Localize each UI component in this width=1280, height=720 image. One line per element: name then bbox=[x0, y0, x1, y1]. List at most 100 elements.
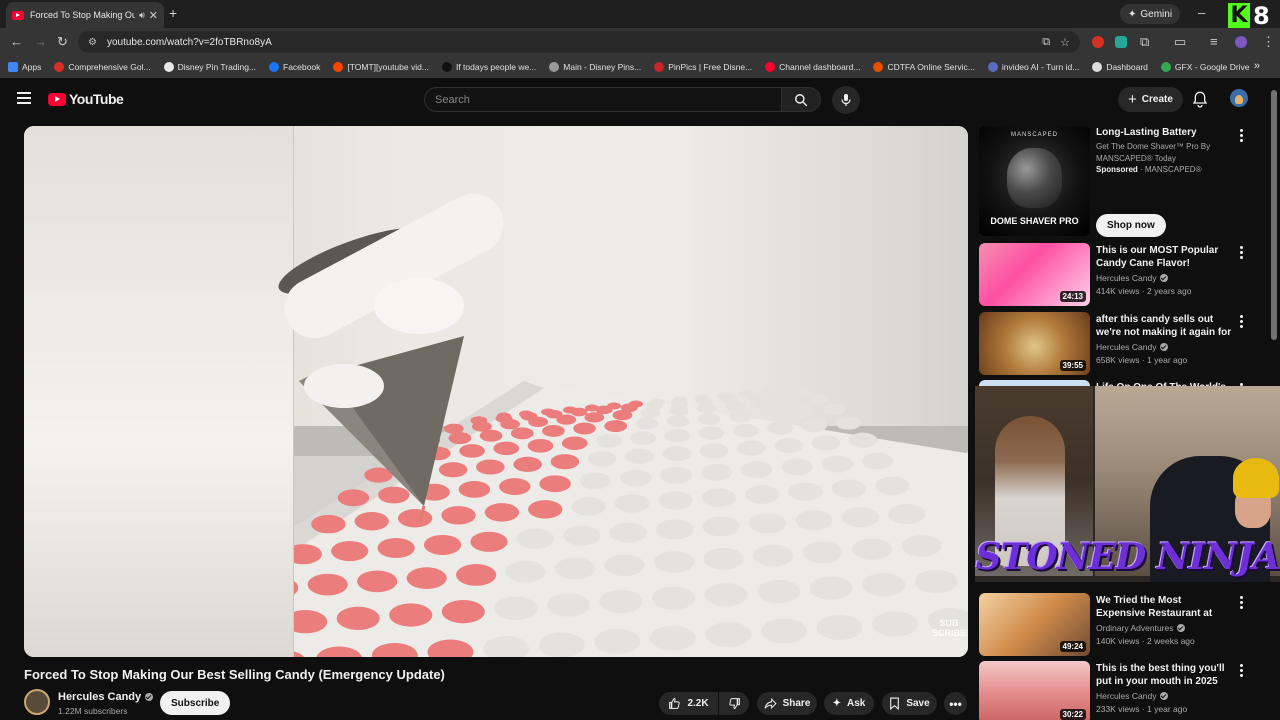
search-button[interactable] bbox=[781, 87, 821, 112]
close-tab-icon[interactable]: ✕ bbox=[149, 9, 158, 22]
bookmark-item[interactable]: Dashboard bbox=[1092, 62, 1148, 72]
page-scrollbar[interactable] bbox=[1271, 90, 1277, 340]
ad-menu-icon[interactable] bbox=[1238, 129, 1244, 142]
k8-logo-letter: K bbox=[1228, 3, 1250, 29]
address-bar[interactable]: ⚙︎ youtube.com/watch?v=2foTBRno8yA ⧉ ☆ bbox=[78, 31, 1080, 53]
bookmark-item[interactable]: PinPics | Free Disne... bbox=[654, 62, 752, 72]
suggestion-meta: 233K views · 1 year ago bbox=[1096, 704, 1188, 714]
suggestion-meta: 414K views · 2 years ago bbox=[1096, 286, 1192, 296]
video-duration-badge: 30:22 bbox=[1059, 709, 1086, 720]
extensions-puzzle-icon[interactable]: ⧉ bbox=[1140, 34, 1149, 50]
profile-icon[interactable] bbox=[1235, 36, 1247, 48]
suggestion-thumbnail[interactable]: 24:13 bbox=[979, 243, 1090, 306]
voice-search-button[interactable] bbox=[832, 86, 860, 114]
menu-hamburger-icon[interactable] bbox=[17, 92, 31, 104]
suggestion-channel[interactable]: Ordinary Adventures bbox=[1096, 623, 1186, 633]
video-player[interactable]: SUB SCRIBE bbox=[24, 126, 968, 657]
search-icon bbox=[795, 93, 808, 106]
bookmark-item[interactable]: Disney Pin Trading... bbox=[163, 62, 256, 72]
site-info-icon[interactable]: ⚙︎ bbox=[88, 37, 97, 48]
suggestion-menu-icon[interactable] bbox=[1238, 664, 1244, 677]
verified-check-icon bbox=[145, 693, 154, 701]
bookmark-label: Main - Disney Pins... bbox=[563, 62, 642, 72]
bookmark-favicon-icon bbox=[1160, 62, 1171, 72]
suggestion-thumbnail[interactable]: 30:22 bbox=[979, 661, 1090, 720]
ad-title[interactable]: Long-Lasting Battery bbox=[1096, 127, 1197, 138]
save-button[interactable]: Save bbox=[882, 692, 937, 715]
bookmark-label: Channel dashboard... bbox=[779, 62, 861, 72]
verified-check-icon bbox=[1160, 692, 1169, 700]
more-actions-button[interactable]: ••• bbox=[944, 692, 967, 715]
verified-check-icon bbox=[1177, 624, 1186, 632]
suggestion-thumbnail[interactable]: 49:24 bbox=[979, 593, 1090, 656]
video-duration-badge: 39:55 bbox=[1059, 360, 1086, 371]
bookmark-label: PinPics | Free Disne... bbox=[668, 62, 753, 72]
forward-arrow-icon[interactable]: → bbox=[34, 34, 47, 49]
suggestion-thumbnail[interactable]: 39:55 bbox=[979, 312, 1090, 375]
bookmark-label: [TOMT][youtube vid... bbox=[347, 62, 429, 72]
account-avatar[interactable] bbox=[1230, 89, 1248, 107]
bookmark-favicon-icon bbox=[333, 62, 344, 72]
extension-red-icon[interactable] bbox=[1092, 36, 1104, 48]
extension-translate-icon[interactable] bbox=[1115, 36, 1127, 48]
like-button[interactable]: 2.2K bbox=[659, 692, 718, 715]
suggestion-menu-icon[interactable] bbox=[1238, 596, 1244, 609]
channel-name[interactable]: Hercules Candy bbox=[58, 691, 154, 703]
suggestion-title[interactable]: We Tried the Most Expensive Restaurant a… bbox=[1096, 594, 1232, 620]
ad-thumbnail[interactable]: MANSCAPED DOME SHAVER PRO bbox=[979, 126, 1090, 236]
suggestion-menu-icon[interactable] bbox=[1238, 315, 1244, 328]
piping-bag-graphic bbox=[299, 278, 464, 522]
channel-avatar[interactable] bbox=[24, 689, 50, 715]
dislike-button[interactable] bbox=[719, 692, 749, 715]
more-horizontal-icon: ••• bbox=[949, 696, 962, 711]
bookmark-item[interactable]: Main - Disney Pins... bbox=[549, 62, 641, 72]
suggestion-channel-name: Ordinary Adventures bbox=[1096, 623, 1174, 633]
notifications-bell-icon[interactable] bbox=[1192, 90, 1208, 108]
sparkle-icon: ✦ bbox=[832, 698, 842, 709]
bookmark-item[interactable]: Comprehensive Gol... bbox=[54, 62, 151, 72]
subscribe-watermark[interactable]: SUB SCRIBE bbox=[932, 618, 966, 638]
suggestion-channel[interactable]: Hercules Candy bbox=[1096, 273, 1169, 283]
minimize-icon[interactable]: – bbox=[1198, 5, 1205, 20]
suggestion-channel[interactable]: Hercules Candy bbox=[1096, 342, 1169, 352]
browser-tab-active[interactable]: Forced To Stop Making Our 🔊︎ ✕ bbox=[6, 2, 164, 28]
bookmark-item[interactable]: Channel dashboard... bbox=[765, 62, 860, 72]
bookmark-label: If todays people we... bbox=[455, 62, 537, 72]
verified-check-icon bbox=[1160, 274, 1169, 282]
bookmark-item[interactable]: GFX - Google Drive bbox=[1160, 62, 1250, 72]
new-tab-button[interactable]: + bbox=[169, 5, 177, 21]
browser-menu-icon[interactable]: ⋮ bbox=[1262, 34, 1275, 50]
bookmark-icon bbox=[890, 697, 900, 710]
reading-list-icon[interactable]: ≡ bbox=[1210, 34, 1218, 49]
suggestion-title[interactable]: after this candy sells out we're not mak… bbox=[1096, 313, 1232, 339]
bookmark-item[interactable]: Apps bbox=[8, 62, 41, 72]
bookmark-star-icon[interactable]: ☆ bbox=[1060, 36, 1070, 49]
youtube-logo[interactable]: YouTube bbox=[48, 91, 124, 107]
shop-now-button[interactable]: Shop now bbox=[1096, 214, 1166, 237]
gemini-button[interactable]: ✦ Gemini bbox=[1120, 4, 1181, 24]
tab-search-icon[interactable]: ▭ bbox=[1174, 34, 1186, 50]
subscribe-button[interactable]: Subscribe bbox=[160, 691, 231, 715]
suggestion-title[interactable]: This is the best thing you'll put in you… bbox=[1096, 662, 1232, 688]
tab-title: Forced To Stop Making Our bbox=[30, 10, 136, 20]
create-button[interactable]: + Create bbox=[1118, 87, 1183, 112]
speaker-icon[interactable]: 🔊︎ bbox=[139, 10, 145, 21]
ask-button[interactable]: ✦ Ask bbox=[824, 692, 874, 715]
share-label: Share bbox=[782, 698, 811, 709]
share-button[interactable]: Share bbox=[757, 692, 817, 715]
bookmark-item[interactable]: [TOMT][youtube vid... bbox=[333, 62, 429, 72]
bookmark-label: Apps bbox=[22, 62, 42, 72]
search-input[interactable]: Search bbox=[424, 87, 782, 112]
bookmark-item[interactable]: Facebook bbox=[269, 62, 320, 72]
bookmarks-bar: Apps Comprehensive Gol... Disney Pin Tradi… bbox=[0, 56, 1280, 78]
reload-icon[interactable]: ↻ bbox=[57, 34, 68, 50]
suggestion-title[interactable]: This is our MOST Popular Candy Cane Flav… bbox=[1096, 244, 1232, 270]
bookmark-item[interactable]: invideo AI - Turn id... bbox=[987, 62, 1079, 72]
bookmark-item[interactable]: CDTFA Online Servic... bbox=[873, 62, 975, 72]
suggestion-menu-icon[interactable] bbox=[1238, 246, 1244, 259]
bookmark-item[interactable]: If todays people we... bbox=[441, 62, 537, 72]
back-arrow-icon[interactable]: ← bbox=[10, 34, 23, 49]
install-app-icon[interactable]: ⧉ bbox=[1042, 36, 1050, 49]
suggestion-channel[interactable]: Hercules Candy bbox=[1096, 691, 1169, 701]
bookmarks-overflow-icon[interactable]: » bbox=[1254, 60, 1260, 72]
